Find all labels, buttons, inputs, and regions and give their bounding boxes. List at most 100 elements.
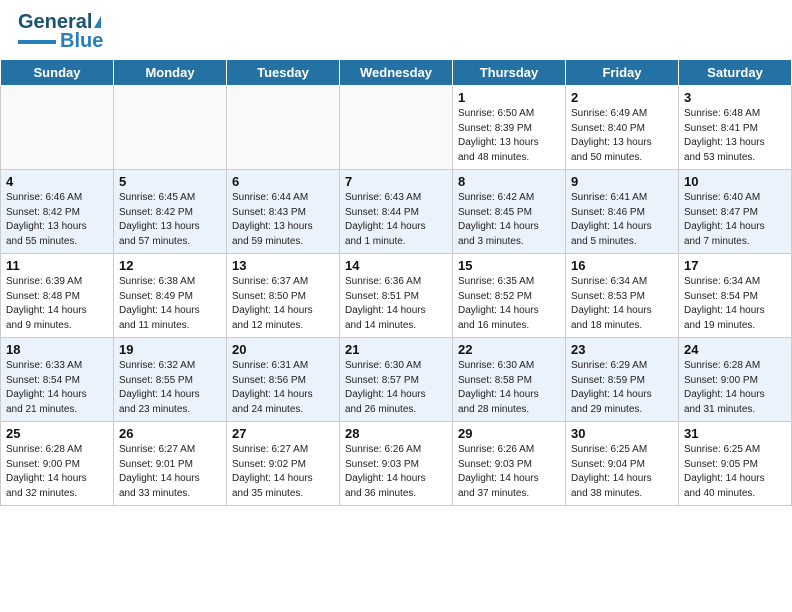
day-number: 23 bbox=[571, 342, 673, 357]
day-cell: 29 Sunrise: 6:26 AM Sunset: 9:03 PM Dayli… bbox=[453, 422, 566, 506]
week-row-5: 25Sunrise: 6:28 AM Sunset: 9:00 PM Dayli… bbox=[1, 422, 792, 506]
day-header-sunday: Sunday bbox=[1, 60, 114, 86]
day-cell: 1 Sunrise: 6:50 AM Sunset: 8:39 PM Daylig… bbox=[453, 86, 566, 170]
day-number: 8 bbox=[458, 174, 560, 189]
day-header-thursday: Thursday bbox=[453, 60, 566, 86]
day-number: 28 bbox=[345, 426, 447, 441]
day-cell: 17 Sunrise: 6:34 AM Sunset: 8:54 PM Dayli… bbox=[679, 254, 792, 338]
day-number: 30 bbox=[571, 426, 673, 441]
day-cell: 12 Sunrise: 6:38 AM Sunset: 8:49 PM Dayli… bbox=[114, 254, 227, 338]
day-cell: 7Sunrise: 6:43 AM Sunset: 8:44 PM Daylig… bbox=[340, 170, 453, 254]
day-number: 11 bbox=[6, 258, 108, 273]
day-cell: 26 Sunrise: 6:27 AM Sunset: 9:01 PM Dayli… bbox=[114, 422, 227, 506]
day-info: Sunrise: 6:46 AM Sunset: 8:42 PM Dayligh… bbox=[6, 192, 87, 247]
day-info: Sunrise: 6:34 AM Sunset: 8:54 PM Dayligh… bbox=[684, 276, 765, 331]
day-number: 17 bbox=[684, 258, 786, 273]
day-cell bbox=[227, 86, 340, 170]
day-info: Sunrise: 6:28 AM Sunset: 9:00 PM Dayligh… bbox=[6, 444, 87, 499]
day-cell: 8 Sunrise: 6:42 AM Sunset: 8:45 PM Daylig… bbox=[453, 170, 566, 254]
day-info: Sunrise: 6:32 AM Sunset: 8:55 PM Dayligh… bbox=[119, 360, 200, 415]
day-cell: 27Sunrise: 6:27 AM Sunset: 9:02 PM Dayli… bbox=[227, 422, 340, 506]
day-number: 27 bbox=[232, 426, 334, 441]
day-info: Sunrise: 6:40 AM Sunset: 8:47 PM Dayligh… bbox=[684, 192, 765, 247]
day-info: Sunrise: 6:30 AM Sunset: 8:58 PM Dayligh… bbox=[458, 360, 539, 415]
day-info: Sunrise: 6:29 AM Sunset: 8:59 PM Dayligh… bbox=[571, 360, 652, 415]
day-cell: 3 Sunrise: 6:48 AM Sunset: 8:41 PM Daylig… bbox=[679, 86, 792, 170]
week-row-1: 1 Sunrise: 6:50 AM Sunset: 8:39 PM Daylig… bbox=[1, 86, 792, 170]
logo-blue-text: Blue bbox=[60, 30, 103, 53]
day-cell: 18 Sunrise: 6:33 AM Sunset: 8:54 PM Dayli… bbox=[1, 338, 114, 422]
day-cell: 24 Sunrise: 6:28 AM Sunset: 9:00 PM Dayli… bbox=[679, 338, 792, 422]
week-row-2: 4 Sunrise: 6:46 AM Sunset: 8:42 PM Daylig… bbox=[1, 170, 792, 254]
day-cell bbox=[340, 86, 453, 170]
day-number: 16 bbox=[571, 258, 673, 273]
day-number: 3 bbox=[684, 90, 786, 105]
day-info: Sunrise: 6:28 AM Sunset: 9:00 PM Dayligh… bbox=[684, 360, 765, 415]
calendar-header: SundayMondayTuesdayWednesdayThursdayFrid… bbox=[1, 60, 792, 86]
day-cell: 31 Sunrise: 6:25 AM Sunset: 9:05 PM Dayli… bbox=[679, 422, 792, 506]
day-cell: 5 Sunrise: 6:45 AM Sunset: 8:42 PM Daylig… bbox=[114, 170, 227, 254]
day-header-tuesday: Tuesday bbox=[227, 60, 340, 86]
calendar-table: SundayMondayTuesdayWednesdayThursdayFrid… bbox=[0, 59, 792, 506]
day-info: Sunrise: 6:45 AM Sunset: 8:42 PM Dayligh… bbox=[119, 192, 200, 247]
logo-text: General bbox=[18, 12, 92, 32]
day-number: 1 bbox=[458, 90, 560, 105]
day-info: Sunrise: 6:31 AM Sunset: 8:56 PM Dayligh… bbox=[232, 360, 313, 415]
day-info: Sunrise: 6:26 AM Sunset: 9:03 PM Dayligh… bbox=[345, 444, 426, 499]
day-number: 26 bbox=[119, 426, 221, 441]
day-header-wednesday: Wednesday bbox=[340, 60, 453, 86]
day-info: Sunrise: 6:49 AM Sunset: 8:40 PM Dayligh… bbox=[571, 108, 652, 163]
logo-triangle-icon bbox=[94, 16, 101, 28]
day-info: Sunrise: 6:26 AM Sunset: 9:03 PM Dayligh… bbox=[458, 444, 539, 499]
day-info: Sunrise: 6:35 AM Sunset: 8:52 PM Dayligh… bbox=[458, 276, 539, 331]
day-cell: 4 Sunrise: 6:46 AM Sunset: 8:42 PM Daylig… bbox=[1, 170, 114, 254]
day-number: 22 bbox=[458, 342, 560, 357]
day-number: 12 bbox=[119, 258, 221, 273]
day-info: Sunrise: 6:27 AM Sunset: 9:01 PM Dayligh… bbox=[119, 444, 200, 499]
day-number: 14 bbox=[345, 258, 447, 273]
day-number: 29 bbox=[458, 426, 560, 441]
day-number: 10 bbox=[684, 174, 786, 189]
day-cell: 25Sunrise: 6:28 AM Sunset: 9:00 PM Dayli… bbox=[1, 422, 114, 506]
page-header: General Blue bbox=[0, 0, 792, 59]
logo: General Blue bbox=[18, 12, 103, 53]
day-info: Sunrise: 6:50 AM Sunset: 8:39 PM Dayligh… bbox=[458, 108, 539, 163]
day-number: 7 bbox=[345, 174, 447, 189]
day-cell: 20 Sunrise: 6:31 AM Sunset: 8:56 PM Dayli… bbox=[227, 338, 340, 422]
day-info: Sunrise: 6:30 AM Sunset: 8:57 PM Dayligh… bbox=[345, 360, 426, 415]
day-number: 24 bbox=[684, 342, 786, 357]
day-header-friday: Friday bbox=[566, 60, 679, 86]
day-info: Sunrise: 6:25 AM Sunset: 9:05 PM Dayligh… bbox=[684, 444, 765, 499]
day-cell: 16Sunrise: 6:34 AM Sunset: 8:53 PM Dayli… bbox=[566, 254, 679, 338]
day-number: 21 bbox=[345, 342, 447, 357]
logo-bar bbox=[18, 40, 56, 44]
day-cell: 13Sunrise: 6:37 AM Sunset: 8:50 PM Dayli… bbox=[227, 254, 340, 338]
day-cell: 9Sunrise: 6:41 AM Sunset: 8:46 PM Daylig… bbox=[566, 170, 679, 254]
day-number: 4 bbox=[6, 174, 108, 189]
day-number: 2 bbox=[571, 90, 673, 105]
day-info: Sunrise: 6:44 AM Sunset: 8:43 PM Dayligh… bbox=[232, 192, 313, 247]
day-cell: 28 Sunrise: 6:26 AM Sunset: 9:03 PM Dayli… bbox=[340, 422, 453, 506]
calendar-body: 1 Sunrise: 6:50 AM Sunset: 8:39 PM Daylig… bbox=[1, 86, 792, 506]
day-cell: 11Sunrise: 6:39 AM Sunset: 8:48 PM Dayli… bbox=[1, 254, 114, 338]
day-cell bbox=[114, 86, 227, 170]
day-number: 18 bbox=[6, 342, 108, 357]
day-cell: 2 Sunrise: 6:49 AM Sunset: 8:40 PM Daylig… bbox=[566, 86, 679, 170]
day-number: 19 bbox=[119, 342, 221, 357]
day-info: Sunrise: 6:33 AM Sunset: 8:54 PM Dayligh… bbox=[6, 360, 87, 415]
day-number: 5 bbox=[119, 174, 221, 189]
day-cell: 10 Sunrise: 6:40 AM Sunset: 8:47 PM Dayli… bbox=[679, 170, 792, 254]
day-info: Sunrise: 6:38 AM Sunset: 8:49 PM Dayligh… bbox=[119, 276, 200, 331]
day-number: 15 bbox=[458, 258, 560, 273]
day-header-monday: Monday bbox=[114, 60, 227, 86]
day-cell: 23 Sunrise: 6:29 AM Sunset: 8:59 PM Dayli… bbox=[566, 338, 679, 422]
day-info: Sunrise: 6:42 AM Sunset: 8:45 PM Dayligh… bbox=[458, 192, 539, 247]
day-cell: 30 Sunrise: 6:25 AM Sunset: 9:04 PM Dayli… bbox=[566, 422, 679, 506]
day-number: 31 bbox=[684, 426, 786, 441]
day-cell: 21 Sunrise: 6:30 AM Sunset: 8:57 PM Dayli… bbox=[340, 338, 453, 422]
day-info: Sunrise: 6:25 AM Sunset: 9:04 PM Dayligh… bbox=[571, 444, 652, 499]
day-info: Sunrise: 6:48 AM Sunset: 8:41 PM Dayligh… bbox=[684, 108, 765, 163]
day-cell: 6Sunrise: 6:44 AM Sunset: 8:43 PM Daylig… bbox=[227, 170, 340, 254]
day-cell bbox=[1, 86, 114, 170]
day-number: 20 bbox=[232, 342, 334, 357]
